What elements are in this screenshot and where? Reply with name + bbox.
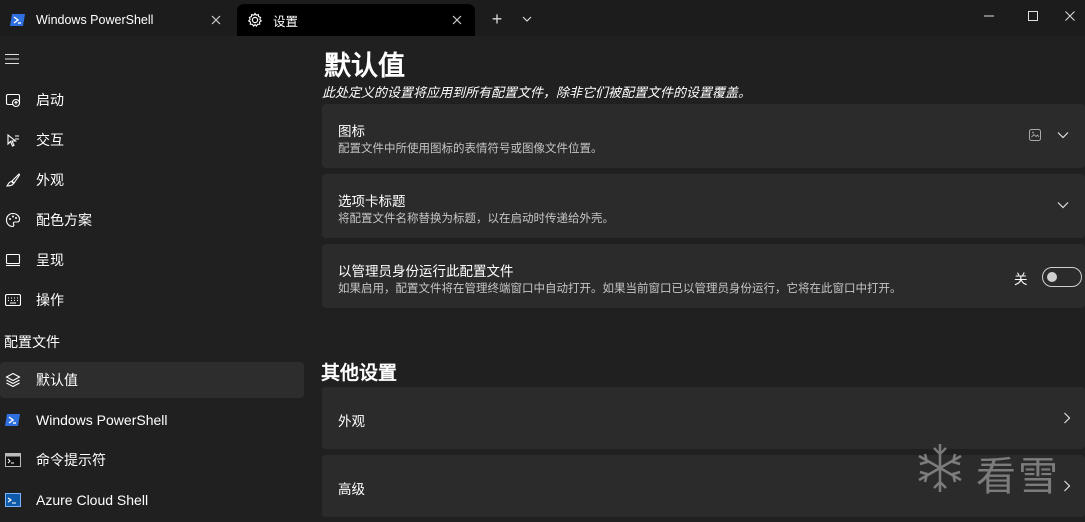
hamburger-menu-icon[interactable]: [4, 52, 20, 66]
sidebar-item-azure-cloud-shell[interactable]: Azure Cloud Shell: [0, 482, 304, 518]
card-title: 选项卡标题: [338, 194, 406, 209]
tab-windows-powershell[interactable]: Windows PowerShell: [0, 4, 234, 36]
page-title: 默认值: [324, 51, 405, 81]
card-description: 如果启用，配置文件将在管理终端窗口中自动打开。如果当前窗口已以管理员身份运行，它…: [338, 283, 902, 295]
powershell-icon: [4, 411, 22, 429]
image-file-icon: [1028, 128, 1042, 142]
sidebar-item-appearance[interactable]: 外观: [0, 162, 304, 198]
toggle-knob: [1047, 272, 1057, 282]
azure-cloud-icon: [4, 491, 22, 509]
sidebar-item-label: 操作: [36, 292, 64, 308]
monitor-icon: [4, 251, 22, 269]
palette-icon: [4, 211, 22, 229]
maximize-button[interactable]: [1010, 0, 1056, 32]
sidebar-item-label: 默认值: [36, 372, 78, 388]
keyboard-icon: [4, 291, 22, 309]
gear-icon: [247, 12, 263, 28]
sidebar-item-actions[interactable]: 操作: [0, 282, 304, 318]
new-tab-button[interactable]: +: [488, 9, 506, 29]
sidebar-item-label: 交互: [36, 132, 64, 148]
card-title: 外观: [338, 414, 365, 429]
layers-icon: [4, 371, 22, 389]
chevron-down-icon[interactable]: [1056, 198, 1070, 212]
sidebar-item-label: 配色方案: [36, 212, 92, 228]
sidebar-item-color-schemes[interactable]: 配色方案: [0, 202, 304, 238]
sidebar: 启动 交互 外观 配色方案 呈现 操作 配置文件 默认值 Windows Pow…: [0, 36, 310, 522]
interaction-icon: [4, 131, 22, 149]
tab-label: Windows PowerShell: [36, 13, 154, 27]
sidebar-item-defaults[interactable]: 默认值: [0, 362, 304, 398]
close-icon[interactable]: [449, 12, 465, 28]
card-description: 配置文件中所使用图标的表情符号或图像文件位置。: [338, 143, 603, 155]
chevron-down-icon[interactable]: [518, 10, 536, 28]
sidebar-item-windows-powershell[interactable]: Windows PowerShell: [0, 402, 304, 438]
card-title: 高级: [338, 482, 365, 497]
profiles-section-header: 配置文件: [4, 334, 60, 350]
sidebar-item-label: 启动: [36, 92, 64, 108]
card-title: 图标: [338, 124, 365, 139]
chevron-right-icon: [1060, 411, 1074, 425]
sidebar-item-label: 呈现: [36, 252, 64, 268]
window-close-button[interactable]: [1054, 0, 1085, 32]
startup-icon: [4, 91, 22, 109]
page-subtitle: 此处定义的设置将应用到所有配置文件，除非它们被配置文件的设置覆盖。: [322, 85, 752, 100]
brush-icon: [4, 171, 22, 189]
sidebar-item-label: Windows PowerShell: [36, 412, 168, 428]
cmd-icon: [4, 451, 22, 469]
other-settings-heading: 其他设置: [321, 363, 398, 384]
tab-settings[interactable]: 设置: [237, 4, 475, 36]
sidebar-item-interaction[interactable]: 交互: [0, 122, 304, 158]
card-title: 以管理员身份运行此配置文件: [338, 264, 514, 279]
sidebar-item-label: Azure Cloud Shell: [36, 492, 149, 508]
toggle-state-label: 关: [1014, 272, 1028, 287]
watermark: 看雪: [912, 440, 1082, 500]
sidebar-item-label: 外观: [36, 172, 64, 188]
card-description: 将配置文件名称替换为标题，以在启动时传递给外壳。: [338, 213, 614, 225]
powershell-icon: [10, 12, 26, 28]
tab-title-setting-card[interactable]: 选项卡标题 将配置文件名称替换为标题，以在启动时传递给外壳。: [322, 174, 1085, 238]
title-bar: Windows PowerShell 设置 +: [0, 0, 1085, 36]
chevron-down-icon[interactable]: [1056, 128, 1070, 142]
icon-setting-card[interactable]: 图标 配置文件中所使用图标的表情符号或图像文件位置。: [322, 104, 1085, 168]
tab-label: 设置: [273, 14, 299, 29]
sidebar-item-rendering[interactable]: 呈现: [0, 242, 304, 278]
run-as-admin-toggle[interactable]: [1042, 267, 1082, 287]
close-icon[interactable]: [208, 12, 224, 28]
sidebar-item-startup[interactable]: 启动: [0, 82, 304, 118]
run-as-admin-setting-card: 以管理员身份运行此配置文件 如果启用，配置文件将在管理终端窗口中自动打开。如果当…: [322, 244, 1085, 308]
snowflake-icon: [912, 440, 968, 499]
sidebar-item-command-prompt[interactable]: 命令提示符: [0, 442, 304, 478]
sidebar-item-label: 命令提示符: [36, 452, 106, 468]
minimize-button[interactable]: [966, 0, 1012, 32]
watermark-text: 看雪: [976, 455, 1060, 499]
